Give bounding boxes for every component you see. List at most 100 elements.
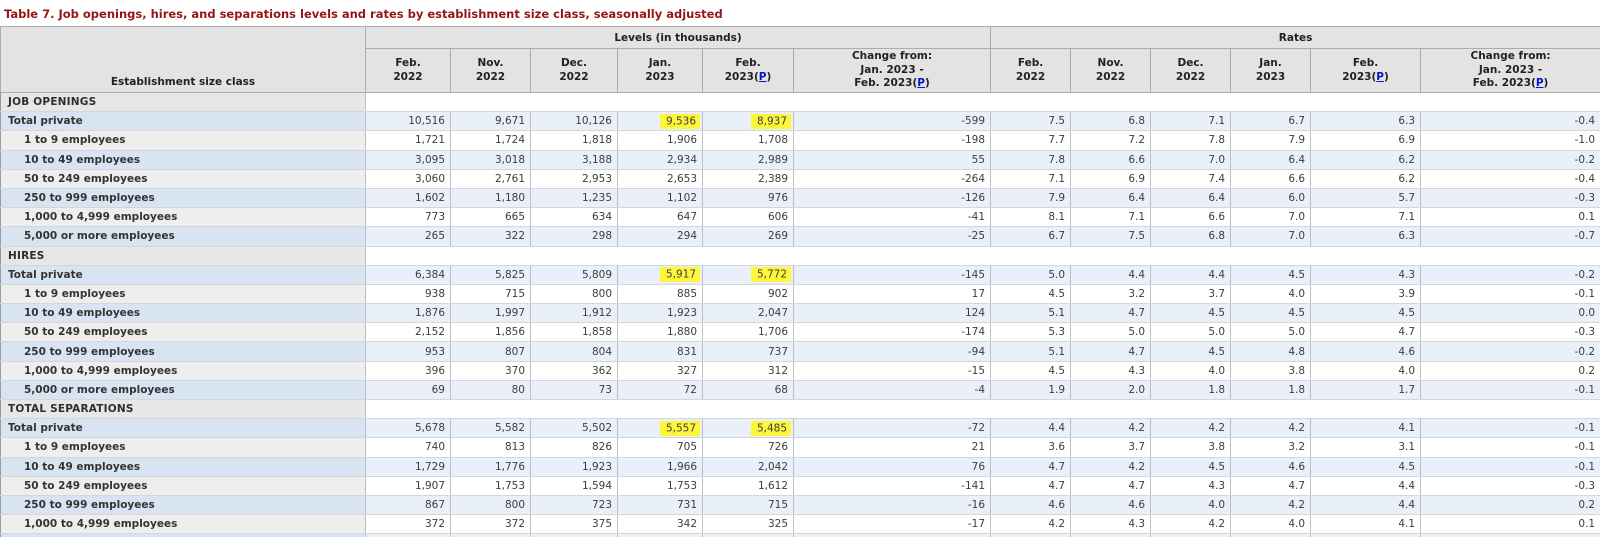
col-header-rates-3: Jan. 2023 — [1230, 48, 1312, 93]
rate-value-cell: 3.6 — [990, 437, 1072, 458]
level-value-cell: 804 — [530, 341, 618, 362]
rate-value-cell: 3.2 — [1230, 437, 1312, 458]
rate-value-cell: 4.5 — [990, 361, 1072, 381]
col-header-levels-1: Nov. 2022 — [450, 48, 531, 93]
level-value-cell: 5,582 — [450, 418, 531, 439]
section-row: TOTAL SEPARATIONS — [0, 399, 1600, 420]
level-value-cell: -174 — [793, 322, 992, 343]
rate-value-cell: 4.1 — [1310, 418, 1422, 439]
level-value-cell: 1,966 — [617, 457, 703, 477]
level-value-cell: 1,602 — [365, 188, 451, 209]
level-value-cell: 5,502 — [530, 418, 618, 439]
rate-value-cell: 5.0 — [1230, 322, 1312, 343]
row-label: 50 to 249 employees — [0, 476, 366, 496]
level-value-cell: 1,706 — [702, 322, 794, 343]
section-spacer-cell — [365, 246, 1600, 266]
page: Table 7. Job openings, hires, and separa… — [0, 0, 1600, 537]
preliminary-footnote-link[interactable]: P — [1536, 77, 1544, 89]
rate-value-cell: 4.5 — [1150, 303, 1232, 324]
level-value-cell: 715 — [702, 495, 794, 516]
level-value-cell: 5,557 — [617, 418, 703, 439]
level-value-cell: 73 — [530, 380, 618, 401]
column-header-line: Dec. — [560, 56, 588, 69]
level-value-cell: 1,102 — [617, 188, 703, 209]
level-value-cell: 1,753 — [617, 476, 703, 496]
rate-value-cell: 4.7 — [1310, 322, 1422, 343]
row-label: 1 to 9 employees — [0, 130, 366, 151]
rate-value-cell: 7.0 — [1230, 226, 1312, 247]
rate-value-cell: 4.6 — [990, 495, 1072, 516]
level-value-cell: 1,907 — [365, 476, 451, 496]
row-label: Total private — [0, 265, 366, 285]
column-header-line: 2023 — [645, 70, 675, 83]
preliminary-footnote-link[interactable]: P — [1376, 71, 1384, 83]
establishment-size-class-header: Establishment size class — [0, 26, 366, 93]
level-value-cell: 800 — [530, 284, 618, 305]
level-value-cell: 2,761 — [450, 169, 531, 189]
level-value-cell: 665 — [450, 207, 531, 228]
rate-value-cell: 0.0 — [1420, 303, 1600, 324]
rate-value-cell: 7.8 — [1150, 130, 1232, 151]
section-label: HIRES — [0, 246, 366, 266]
level-value-cell: 831 — [617, 341, 703, 362]
level-value-cell: 1,753 — [450, 476, 531, 496]
rate-value-cell: 7.8 — [990, 150, 1072, 170]
level-value-cell: -41 — [793, 207, 992, 228]
rate-value-cell: 4.8 — [1230, 341, 1312, 362]
row-label: 250 to 999 employees — [0, 188, 366, 209]
rate-value-cell: 5.0 — [1070, 322, 1152, 343]
preliminary-footnote-link[interactable]: P — [917, 77, 925, 89]
table-row: 250 to 999 employees 953 807 804 831 737 -94 5.… — [0, 341, 1600, 362]
level-value-cell: 723 — [530, 495, 618, 516]
rate-value-cell: 5.7 — [1310, 188, 1422, 209]
level-value-cell: 1,997 — [450, 303, 531, 324]
level-value-cell: 1,235 — [530, 188, 618, 209]
row-label: 250 to 999 employees — [0, 495, 366, 516]
rate-value-cell: 6.3 — [1310, 226, 1422, 247]
rate-value-cell: 0.2 — [1420, 361, 1600, 381]
section-label: TOTAL SEPARATIONS — [0, 399, 366, 420]
level-value-cell: 5,917 — [617, 265, 703, 285]
rate-value-cell: 5.0 — [990, 265, 1072, 285]
rate-value-cell: 6.4 — [1230, 150, 1312, 170]
level-value-cell: 5,825 — [450, 265, 531, 285]
column-header-line: Feb. 2023( — [854, 77, 918, 90]
rate-value-cell: 4.7 — [990, 476, 1072, 496]
col-header-levels-4: Feb. 2023(P) — [702, 48, 794, 93]
col-header-levels-0: Feb. 2022 — [365, 48, 451, 93]
rate-value-cell: 7.1 — [1310, 207, 1422, 228]
rate-value-cell: 4.4 — [1310, 495, 1422, 516]
row-label: 250 to 999 employees — [0, 341, 366, 362]
table-row: 10 to 49 employees 1,729 1,776 1,923 1,966 2,… — [0, 457, 1600, 477]
rate-value-cell: 3.9 — [1310, 284, 1422, 305]
rate-value-cell: 7.5 — [990, 111, 1072, 132]
column-header-line: 2022 — [1175, 70, 1206, 83]
rate-value-cell: 4.2 — [990, 514, 1072, 535]
section-spacer-cell — [365, 92, 1600, 113]
rate-value-cell: 4.1 — [1310, 514, 1422, 535]
rate-value-cell: 6.9 — [1070, 169, 1152, 189]
level-value-cell: -16 — [793, 495, 992, 516]
rate-value-cell: 4.7 — [1070, 476, 1152, 496]
level-value-cell: 1,880 — [617, 322, 703, 343]
rate-value-cell: 4.0 — [1230, 284, 1312, 305]
rate-value-cell: 6.4 — [1150, 188, 1232, 209]
level-value-cell: 124 — [793, 303, 992, 324]
level-value-cell: 6,384 — [365, 265, 451, 285]
rate-value-cell: 4.0 — [1230, 514, 1312, 535]
level-value-cell: 1,876 — [365, 303, 451, 324]
rate-value-cell: 4.5 — [990, 284, 1072, 305]
column-header-line: Feb. — [735, 56, 761, 69]
rate-value-cell: 4.3 — [1310, 265, 1422, 285]
level-value-cell: -15 — [793, 361, 992, 381]
level-value-cell: 1,818 — [530, 130, 618, 151]
level-value-cell: 634 — [530, 207, 618, 228]
level-value-cell: 396 — [365, 361, 451, 381]
level-value-cell: 731 — [617, 495, 703, 516]
column-header-line: 2023( — [724, 70, 759, 83]
rate-value-cell: 4.4 — [1070, 265, 1152, 285]
table-row: 1 to 9 employees 740 813 826 705 726 21 3.6 3.7 3… — [0, 437, 1600, 458]
level-value-cell: 294 — [617, 226, 703, 247]
rate-value-cell: 7.1 — [1150, 111, 1232, 132]
table-row: 1 to 9 employees 1,721 1,724 1,818 1,906 1,70… — [0, 130, 1600, 151]
